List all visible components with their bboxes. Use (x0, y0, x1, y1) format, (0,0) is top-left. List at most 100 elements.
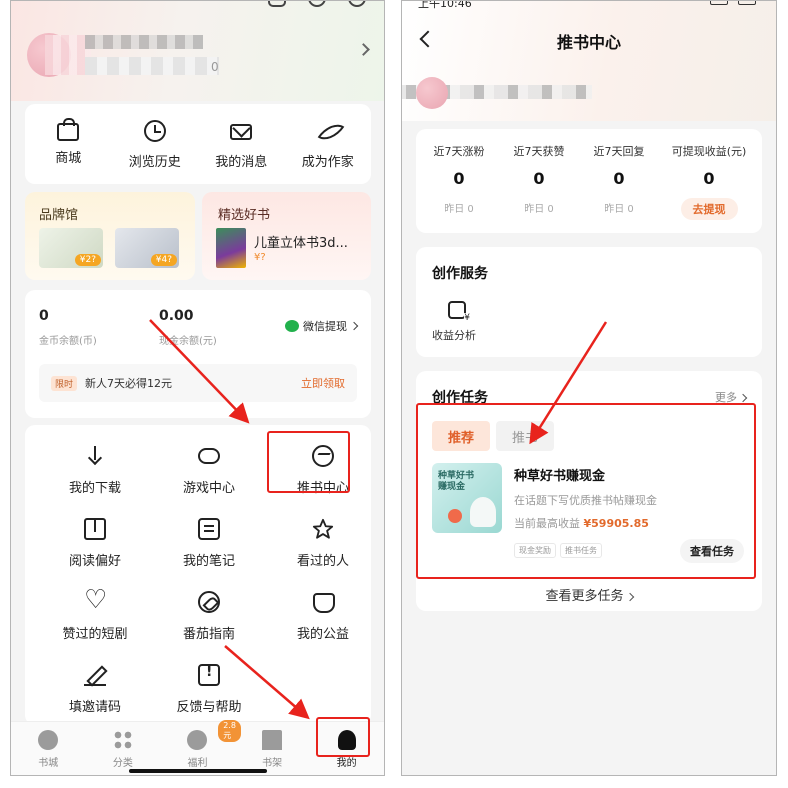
menu-item-feedback[interactable]: 反馈与帮助 (159, 664, 259, 715)
tab-label: 分类 (112, 758, 133, 769)
highlight-box-mine-tab (316, 717, 370, 757)
stat-likes[interactable]: 近7天获赞 0 昨日 0 (496, 143, 582, 215)
bookstore-icon (38, 730, 59, 750)
stat-yesterday: 昨日 0 (604, 204, 634, 215)
claim-button[interactable]: 立即领取 (301, 375, 345, 391)
creation-service-card: 创作服务 收益分析 (416, 247, 762, 357)
battery-icon (738, 1, 756, 5)
featured-book-card[interactable]: 精选好书 儿童立体书3d... ¥? (202, 192, 371, 280)
chevron-right-icon (625, 592, 634, 602)
menu-item-liked-shorts[interactable]: 赞过的短剧 (45, 585, 145, 642)
quick-item-become-writer[interactable]: 成为作家 (285, 104, 372, 184)
activity-icon[interactable] (308, 1, 326, 7)
phone-right: 上午10:46 推书中心 近7天涨粉 0 昨日 0 近7天获赞 0 昨日 0 近… (401, 0, 777, 776)
tab-welfare[interactable]: 福利 2.8元 (160, 720, 241, 775)
settings-icon[interactable] (348, 1, 366, 7)
tab-category[interactable]: 分类 (86, 722, 161, 775)
status-time: 上午10:46 (418, 0, 472, 10)
stat-yesterday: 昨日 0 (524, 204, 554, 215)
view-more-tasks-link[interactable]: 查看更多任务 (416, 585, 762, 604)
bag-icon (57, 118, 80, 141)
category-icon (112, 730, 133, 750)
limited-tag: 限时 (51, 375, 78, 391)
avatar[interactable] (416, 77, 448, 109)
heart-icon (84, 585, 107, 615)
profile-chevron-icon[interactable] (357, 43, 370, 56)
download-icon (84, 445, 106, 467)
menu-item-label: 阅读偏好 (68, 554, 121, 569)
quick-actions: 商城 浏览历史 我的消息 成为作家 (25, 104, 371, 184)
wechat-icon (285, 320, 299, 332)
new-user-banner[interactable]: 限时 新人7天必得12元 立即领取 (39, 364, 357, 402)
stat-value: 0 (703, 169, 715, 188)
quick-item-label: 成为作家 (301, 155, 354, 170)
header-icons (268, 1, 366, 7)
wechat-withdraw-button[interactable]: 微信提现 (285, 318, 359, 334)
quick-item-label: 我的消息 (215, 155, 268, 170)
stat-replies[interactable]: 近7天回复 0 昨日 0 (576, 143, 662, 215)
menu-item-reading-preference[interactable]: 阅读偏好 (45, 518, 145, 569)
quick-item-mall[interactable]: 商城 (25, 104, 112, 184)
profile-header[interactable]: 0 (11, 1, 384, 101)
tab-label: 书城 (38, 758, 59, 769)
menu-item-label: 番茄指南 (182, 627, 235, 642)
mail-icon (230, 124, 253, 140)
quick-item-history[interactable]: 浏览历史 (112, 104, 199, 184)
menu-item-game-center[interactable]: 游戏中心 (159, 445, 259, 496)
tab-label: 福利 (187, 758, 208, 769)
scan-icon[interactable] (268, 1, 286, 7)
chevron-right-icon (349, 321, 359, 331)
cash-balance[interactable]: 0.00 (159, 308, 194, 324)
feedback-icon (198, 664, 220, 686)
menu-item-label: 我的公益 (296, 627, 349, 642)
menu-item-label: 反馈与帮助 (176, 700, 242, 715)
quick-item-messages[interactable]: 我的消息 (198, 104, 285, 184)
tab-bookshelf[interactable]: 书架 (235, 722, 310, 775)
income-analysis-label[interactable]: 收益分析 (432, 327, 476, 343)
stat-followers[interactable]: 近7天涨粉 0 昨日 0 (416, 143, 502, 215)
product-image[interactable]: ¥4? (115, 228, 179, 268)
coin-balance[interactable]: 0 (39, 308, 49, 324)
chevron-right-icon (738, 393, 748, 403)
highlight-box-recommend (267, 431, 350, 493)
withdraw-button[interactable]: 去提现 (680, 198, 738, 220)
brand-hall-card[interactable]: 品牌馆 ¥2? ¥4? (25, 192, 195, 280)
wallet-card: 0 金币余额(币) 0.00 现金余额(元) 微信提现 限时 新人7天必得12元… (25, 290, 371, 418)
welfare-icon (187, 730, 208, 750)
stat-withdrawable[interactable]: 可提现收益(元) 0 去提现 (666, 143, 752, 220)
featured-book-title: 精选好书 (218, 208, 271, 223)
income-chart-icon[interactable] (448, 301, 470, 323)
book-cover-image (216, 228, 246, 268)
tab-bookstore[interactable]: 书城 (11, 722, 86, 775)
menu-item-notes[interactable]: 我的笔记 (159, 518, 259, 569)
quick-item-label: 浏览历史 (128, 155, 181, 170)
clock-icon (143, 120, 166, 142)
book-name: 儿童立体书3d... (254, 236, 348, 251)
coin-balance-label: 金币余额(币) (39, 336, 97, 347)
view-more-tasks-label: 查看更多任务 (545, 589, 624, 604)
price-badge: ¥4? (150, 254, 177, 266)
page-title: 推书中心 (556, 33, 621, 52)
stats-card: 近7天涨粉 0 昨日 0 近7天获赞 0 昨日 0 近7天回复 0 昨日 0 可… (416, 129, 762, 233)
menu-item-visitors[interactable]: 看过的人 (273, 518, 373, 569)
menu-item-downloads[interactable]: 我的下载 (45, 445, 145, 496)
menu-item-label: 我的下载 (68, 481, 121, 496)
user-id-blurred (85, 57, 219, 75)
menu-item-guide[interactable]: 番茄指南 (159, 591, 259, 642)
user-id-tail: 0 (211, 60, 219, 74)
stat-value: 0 (613, 169, 625, 188)
book-price: ¥? (254, 252, 266, 263)
pen-icon (84, 664, 106, 686)
tab-label: 书架 (262, 758, 283, 769)
cash-balance-label: 现金余额(元) (159, 336, 217, 347)
menu-item-invite-code[interactable]: 填邀请码 (45, 664, 145, 715)
wechat-withdraw-label: 微信提现 (303, 320, 347, 333)
stat-value: 0 (533, 169, 545, 188)
book-icon (84, 518, 106, 540)
star-icon (312, 518, 334, 539)
menu-item-charity[interactable]: 我的公益 (273, 591, 373, 642)
product-image[interactable]: ¥2? (39, 228, 103, 268)
home-indicator[interactable] (129, 769, 267, 773)
avatar[interactable] (27, 33, 91, 77)
stat-value: 0 (453, 169, 465, 188)
